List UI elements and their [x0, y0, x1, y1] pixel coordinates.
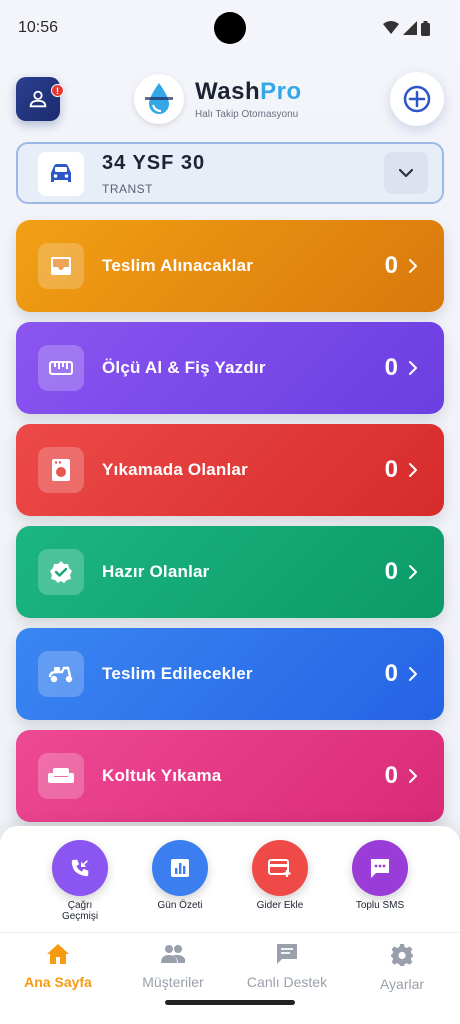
- camera-cutout: [214, 12, 246, 44]
- status-bar: 10:56: [0, 0, 460, 56]
- nav-label: Müşteriler: [142, 974, 204, 990]
- nav-item-settings[interactable]: Ayarlar: [347, 943, 457, 992]
- quick-action-label: Çağrı Geçmişi: [61, 900, 99, 922]
- quick-action-label: Gider Ekle: [256, 900, 304, 911]
- brand-name-suffix: Pro: [260, 78, 302, 105]
- washing-machine-icon: [38, 447, 84, 493]
- home-icon: [47, 944, 69, 964]
- sofa-icon: [38, 753, 84, 799]
- card-count: 0: [384, 252, 398, 279]
- chevron-right-icon: [409, 565, 417, 579]
- ruler-icon: [38, 345, 84, 391]
- bar-chart-icon: [152, 840, 208, 896]
- card-label: Teslim Alınacaklar: [102, 256, 254, 275]
- signal-icon: [403, 21, 417, 35]
- quick-action-bulk-sms[interactable]: Toplu SMS: [340, 840, 420, 911]
- card-label: Ölçü Al & Fiş Yazdır: [102, 358, 266, 377]
- quick-action-daily-summary[interactable]: Gün Özeti: [140, 840, 220, 911]
- inbox-icon: [38, 243, 84, 289]
- card-count: 0: [384, 354, 398, 381]
- vehicle-selector[interactable]: 34 YSF 30 TRANST: [16, 142, 444, 204]
- card-olcu-al-fis-yazdir[interactable]: Ölçü Al & Fiş Yazdır 0: [16, 322, 444, 414]
- quick-action-label: Toplu SMS: [355, 900, 405, 911]
- user-icon: [29, 90, 47, 108]
- bottom-panel: Çağrı Geçmişi Gün Özeti Gider Ekle Toplu…: [0, 826, 460, 1024]
- verified-badge-icon: [38, 549, 84, 595]
- chevron-right-icon: [409, 463, 417, 477]
- car-icon: [51, 164, 71, 182]
- nav-item-home[interactable]: Ana Sayfa: [3, 943, 113, 990]
- vehicle-icon-box: [38, 152, 84, 196]
- people-icon: [161, 945, 186, 963]
- chevron-right-icon: [409, 667, 417, 681]
- card-count: 0: [384, 456, 398, 483]
- card-teslim-edilecekler[interactable]: Teslim Edilecekler 0: [16, 628, 444, 720]
- card-hazir-olanlar[interactable]: Hazır Olanlar 0: [16, 526, 444, 618]
- brand-name: WashPro: [195, 78, 302, 106]
- add-card-icon: [252, 840, 308, 896]
- card-koltuk-yikama[interactable]: Koltuk Yıkama 0: [16, 730, 444, 822]
- quick-action-call-history[interactable]: Çağrı Geçmişi: [40, 840, 120, 922]
- nav-label: Ayarlar: [379, 976, 425, 992]
- vehicle-type: TRANST: [102, 182, 153, 196]
- card-count: 0: [384, 558, 398, 585]
- card-teslim-alinacaklar[interactable]: Teslim Alınacaklar 0: [16, 220, 444, 312]
- nav-label: Canlı Destek: [246, 974, 328, 990]
- scooter-icon: [38, 651, 84, 697]
- card-label: Teslim Edilecekler: [102, 664, 253, 683]
- add-circle-icon: [403, 85, 431, 113]
- brand-block: WashPro Halı Takip Otomasyonu: [195, 78, 302, 120]
- profile-button[interactable]: !: [16, 77, 64, 121]
- sms-icon: [352, 840, 408, 896]
- chevron-down-icon: [399, 168, 413, 177]
- notification-badge: !: [51, 84, 64, 97]
- chat-icon: [277, 944, 297, 964]
- home-indicator-bar[interactable]: [165, 1000, 295, 1005]
- chevron-right-icon: [409, 769, 417, 783]
- brand-subtitle: Halı Takip Otomasyonu: [195, 109, 299, 120]
- quick-action-add-expense[interactable]: Gider Ekle: [240, 840, 320, 911]
- call-history-icon: [52, 840, 108, 896]
- status-icons: [383, 19, 430, 37]
- battery-icon: [421, 20, 430, 36]
- bottom-navigation: Ana Sayfa Müşteriler Canlı Destek Ayarla…: [0, 932, 460, 998]
- add-button[interactable]: [390, 72, 444, 126]
- nav-label: Ana Sayfa: [24, 974, 92, 990]
- water-drop-logo-icon: [145, 83, 173, 114]
- card-count: 0: [384, 660, 398, 687]
- brand-name-prefix: Wash: [195, 78, 261, 105]
- nav-item-customers[interactable]: Müşteriler: [118, 943, 228, 990]
- wifi-icon: [383, 21, 399, 34]
- card-label: Koltuk Yıkama: [102, 766, 222, 785]
- card-label: Yıkamada Olanlar: [102, 460, 248, 479]
- chevron-right-icon: [409, 361, 417, 375]
- card-label: Hazır Olanlar: [102, 562, 210, 581]
- app-logo: [134, 74, 184, 124]
- status-time: 10:56: [18, 19, 59, 36]
- nav-item-live-support[interactable]: Canlı Destek: [232, 943, 342, 990]
- card-yikamada-olanlar[interactable]: Yıkamada Olanlar 0: [16, 424, 444, 516]
- quick-action-label: Gün Özeti: [157, 900, 203, 911]
- card-count: 0: [384, 762, 398, 789]
- settings-icon: [391, 944, 413, 966]
- app-header: ! WashPro Halı Takip Otomasyonu: [0, 72, 460, 128]
- chevron-right-icon: [409, 259, 417, 273]
- vehicle-plate: 34 YSF 30: [102, 152, 206, 174]
- vehicle-dropdown-button[interactable]: [384, 152, 428, 194]
